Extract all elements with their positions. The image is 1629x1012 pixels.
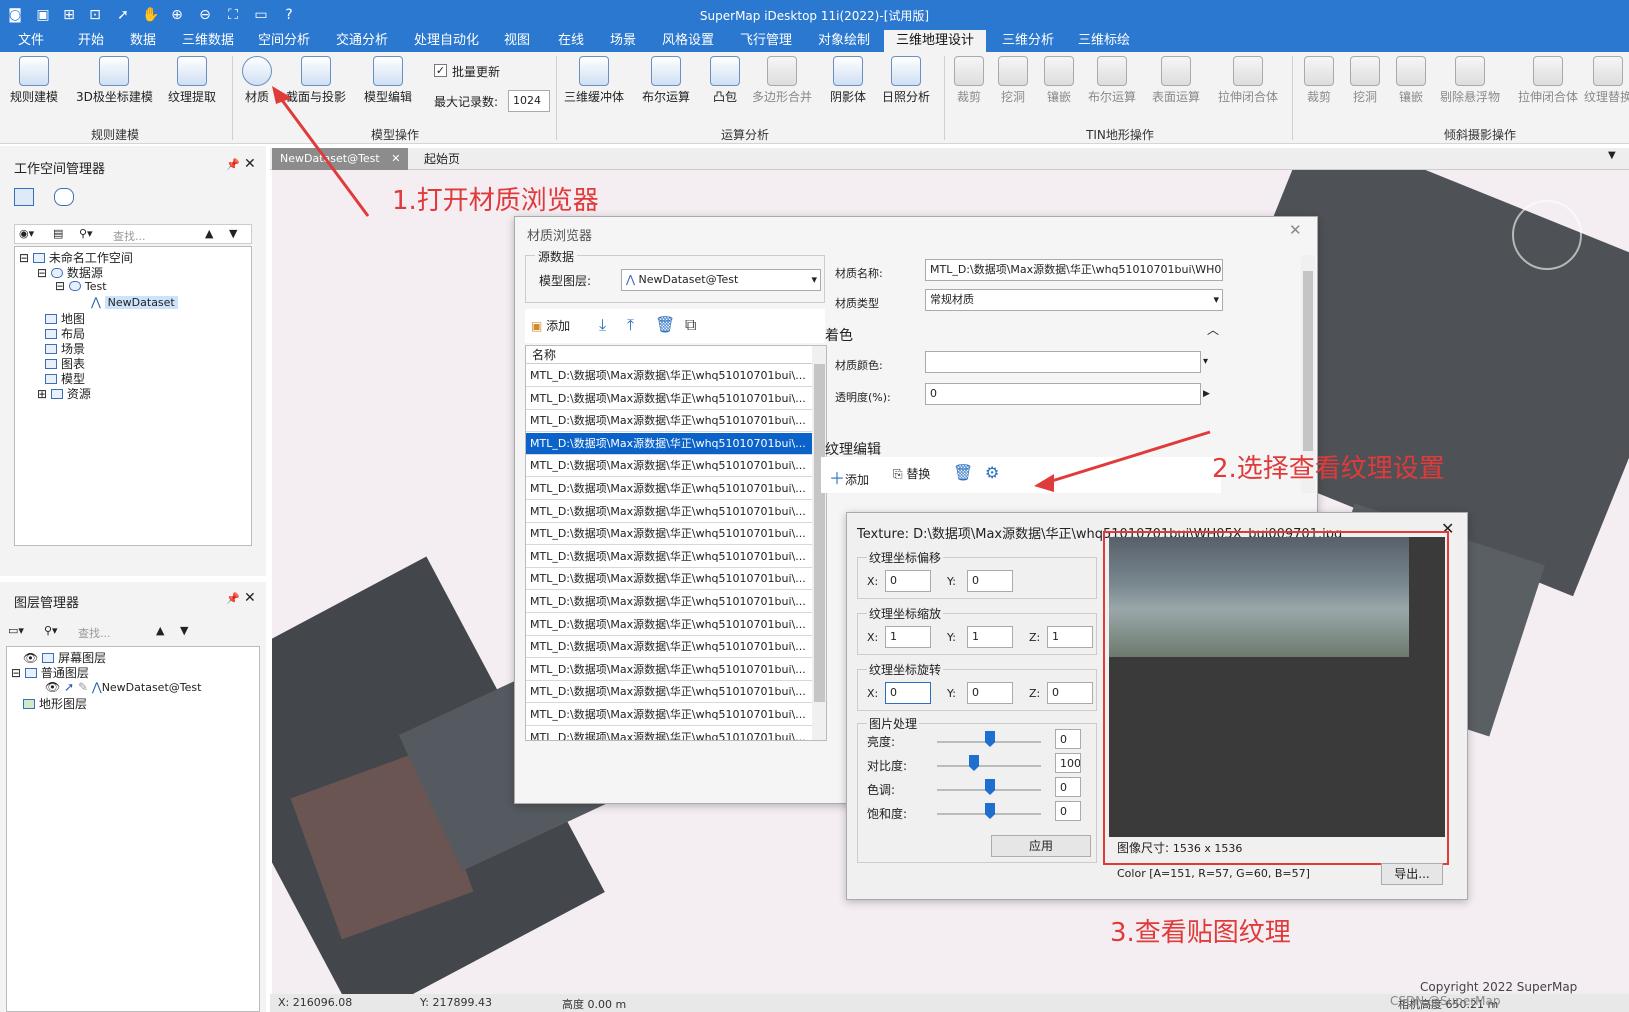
arrow-step-1 (274, 91, 370, 217)
watermark: CSDN @SuperMap (1390, 994, 1501, 1008)
arrowhead-icon (272, 86, 292, 104)
arrowhead-icon (1034, 474, 1054, 492)
arrow-step-2 (1041, 430, 1211, 486)
annotation-arrows (272, 86, 1211, 492)
status-x: X: 216096.08 (278, 996, 353, 1009)
status-height: 高度 0.00 m (562, 998, 627, 1011)
status-y: Y: 217899.43 (420, 996, 492, 1009)
copyright-text: Copyright 2022 SuperMap (1420, 980, 1578, 994)
